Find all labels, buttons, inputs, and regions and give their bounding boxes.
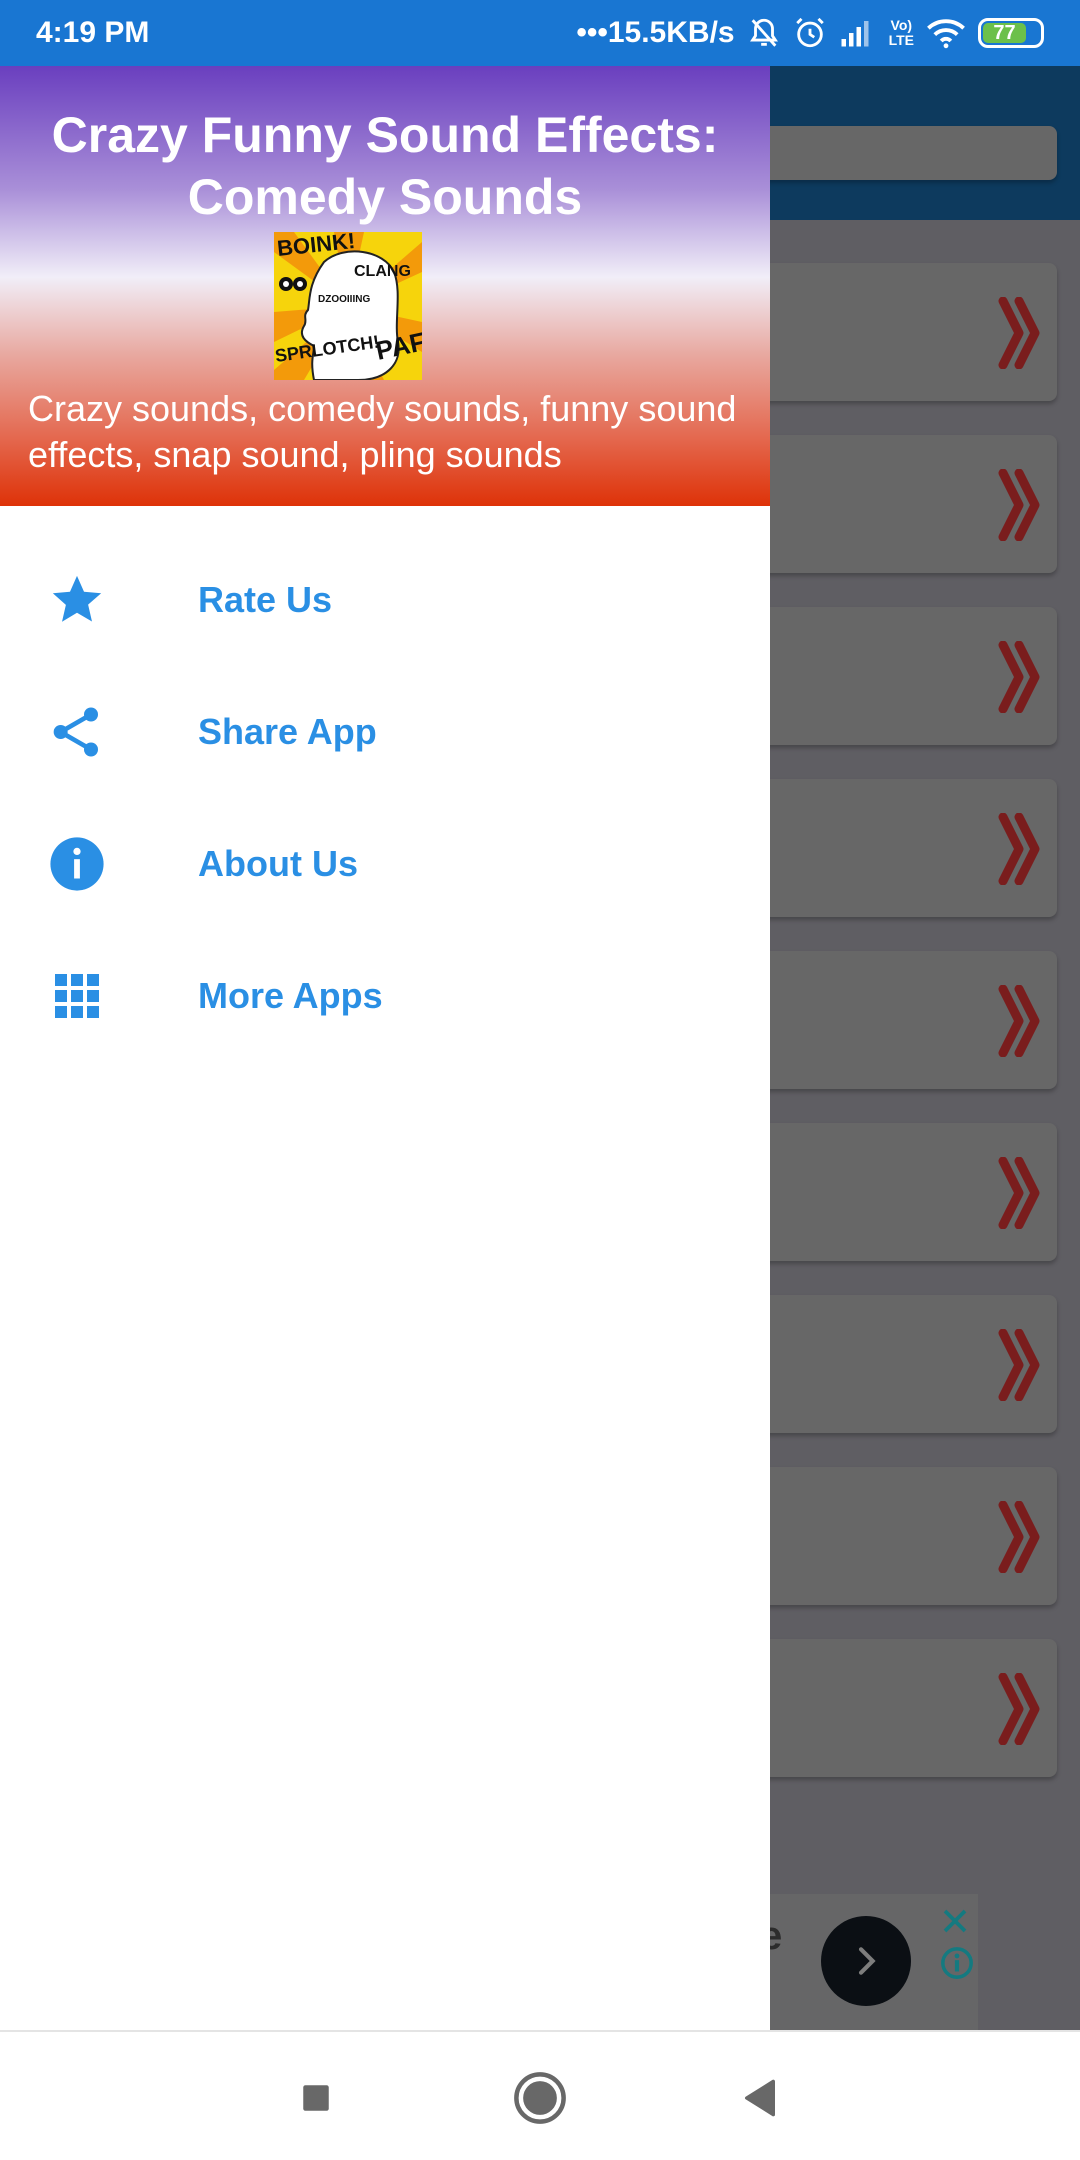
double-chevron-right-icon [998,985,1040,1057]
status-dots: ••• [576,16,608,49]
back-button[interactable] [730,2068,790,2128]
navigation-drawer: Crazy Funny Sound Effects: Comedy Sounds… [0,66,770,2030]
app-title: Crazy Funny Sound Effects: Comedy Sounds [51,107,719,225]
double-chevron-right-icon [998,469,1040,541]
network-speed-value: 15.5KB/s [607,16,735,49]
close-icon[interactable] [940,1906,970,1936]
logo-word-dzooiiing: DZOOIIING [318,294,370,305]
menu-item-share-app[interactable]: Share App [0,666,770,798]
screen: 4:19 PM •••15.5KB/s Vo) LTE 77 e Crazy F… [0,0,1080,2160]
drawer-menu: Rate Us Share App About Us More Apps [0,534,770,1062]
share-icon [48,703,106,761]
system-nav-bar [0,2030,1080,2160]
status-bar: 4:19 PM •••15.5KB/s Vo) LTE 77 [0,0,1080,66]
app-logo: BOINK! CLANG DZOOIIING SPRLOTCH! PAF [274,232,422,380]
info-icon [48,835,106,893]
recents-button[interactable] [286,2068,346,2128]
app-description: Crazy sounds, comedy sounds, funny sound… [28,388,737,475]
home-icon [514,2072,566,2124]
menu-item-rate-us[interactable]: Rate Us [0,534,770,666]
volte-label-top: Vo) [890,17,913,33]
volte-icon: Vo) LTE [889,18,914,48]
menu-label: Share App [198,711,377,752]
double-chevron-right-icon [998,1673,1040,1745]
menu-item-more-apps[interactable]: More Apps [0,930,770,1062]
wifi-icon [926,17,966,49]
menu-label: Rate Us [198,579,333,620]
double-chevron-right-icon [998,813,1040,885]
double-chevron-right-icon [998,1501,1040,1573]
double-chevron-right-icon [998,641,1040,713]
home-button[interactable] [510,2068,570,2128]
apps-grid-icon [48,967,106,1025]
info-outline-icon[interactable] [940,1946,974,1980]
status-time: 4:19 PM [36,16,150,49]
double-chevron-right-icon [998,1157,1040,1229]
menu-item-about-us[interactable]: About Us [0,798,770,930]
star-icon [48,571,106,629]
recents-icon [303,2085,329,2111]
back-icon [745,2079,775,2117]
double-chevron-right-icon [998,297,1040,369]
network-speed: •••15.5KB/s [576,16,734,50]
chevron-right-icon [858,1947,876,1975]
logo-word-clang: CLANG [354,263,411,280]
notifications-muted-icon [747,16,781,50]
drawer-header: Crazy Funny Sound Effects: Comedy Sounds… [0,66,770,506]
menu-label: More Apps [198,975,383,1016]
ad-next-button[interactable] [821,1916,911,2006]
status-icons: •••15.5KB/s Vo) LTE 77 [576,16,1044,50]
volte-label-bottom: LTE [888,32,914,48]
double-chevron-right-icon [998,1329,1040,1401]
alarm-icon [793,16,827,50]
menu-label: About Us [198,843,358,884]
battery-icon: 77 [978,18,1044,48]
signal-icon [839,18,877,48]
battery-fill: 77 [983,22,1027,44]
